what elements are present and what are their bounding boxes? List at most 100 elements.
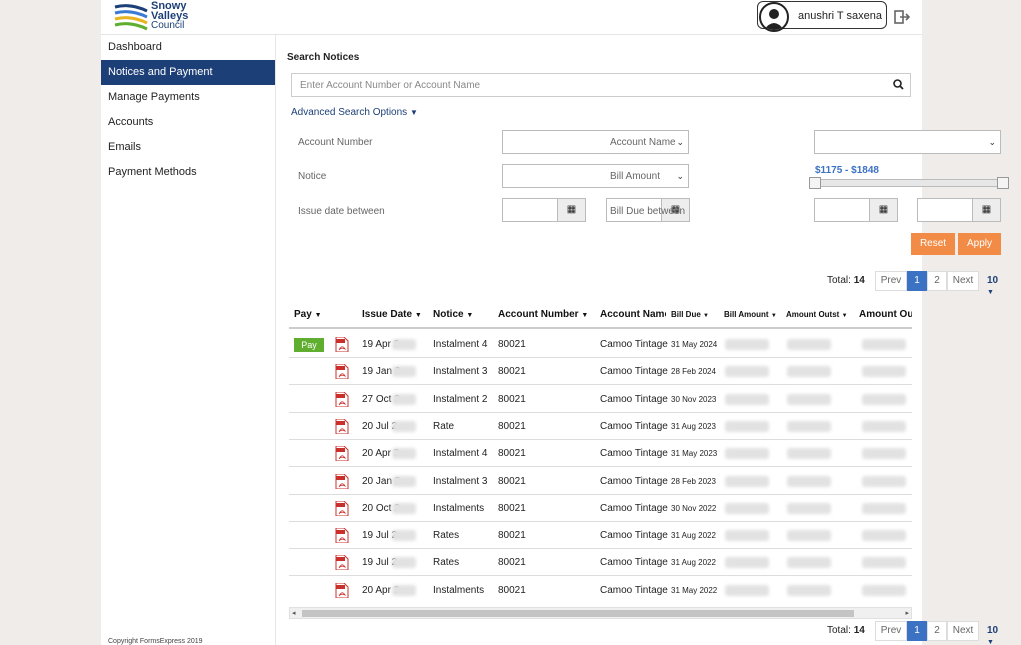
next-page-button[interactable]: Next	[947, 271, 979, 291]
cell-account-name: Camoo Tintage	[600, 475, 668, 487]
calendar-icon[interactable]: ▦	[972, 199, 1000, 221]
redacted-value	[787, 448, 831, 460]
pdf-icon[interactable]	[335, 582, 349, 599]
scroll-right-icon[interactable]: ▸	[905, 608, 909, 619]
next-page-button[interactable]: Next	[947, 621, 979, 641]
page-1-button[interactable]: 1	[907, 271, 927, 291]
per-page-select[interactable]: 10 ▼	[987, 625, 998, 645]
sidebar-item-emails[interactable]: Emails	[101, 135, 275, 160]
bill-amount-slider[interactable]	[809, 177, 1009, 189]
table-row[interactable]: 19 Jul 2 Rates 80021 Camoo Tintage 31 Aug 20…	[289, 549, 912, 577]
redacted-value	[862, 366, 906, 378]
sidebar-item-notices-and-payment[interactable]: Notices and Payment	[101, 60, 275, 85]
col-bill-due[interactable]: Bill Due ▼	[671, 310, 709, 319]
pdf-icon[interactable]	[335, 445, 349, 462]
redacted-value	[862, 557, 906, 569]
pdf-icon[interactable]	[335, 473, 349, 489]
search-input[interactable]	[292, 74, 882, 96]
cell-notice: Instalment 4	[433, 339, 488, 350]
scroll-left-icon[interactable]: ◂	[292, 608, 296, 619]
calendar-icon[interactable]: ▦	[869, 199, 897, 221]
pdf-icon[interactable]	[335, 527, 349, 544]
pdf-icon[interactable]	[335, 391, 349, 408]
cell-account-number: 80021	[498, 502, 526, 514]
pdf-icon[interactable]	[335, 554, 349, 571]
pdf-icon[interactable]	[335, 336, 349, 353]
sidebar-item-payment-methods[interactable]: Payment Methods	[101, 160, 275, 185]
per-page-select[interactable]: 10 ▼	[987, 275, 998, 297]
col-amount-outstanding[interactable]: Amount Outst ▼	[786, 310, 848, 319]
issue-date-label: Issue date between	[298, 206, 385, 217]
redacted-value	[862, 339, 906, 350]
table-row[interactable]: 19 Jan 2 Instalment 3 80021 Camoo Tintage 28…	[289, 358, 912, 386]
redacted-value	[787, 530, 831, 542]
avatar-icon	[759, 2, 789, 32]
caret-down-icon: ▼	[841, 313, 848, 319]
slider-max-handle[interactable]	[997, 177, 1009, 189]
logout-icon[interactable]	[894, 9, 911, 25]
cell-account-number: 80021	[498, 420, 526, 432]
redacted-value	[392, 339, 416, 350]
caret-down-icon: ▼	[987, 289, 994, 296]
prev-page-button[interactable]: Prev	[875, 621, 907, 641]
bill-due-from[interactable]: ▦	[814, 198, 898, 222]
page-1-button[interactable]: 1	[907, 621, 927, 641]
copyright-text: Copyright FormsExpress 2019	[108, 638, 203, 645]
advanced-search-toggle[interactable]: Advanced Search Options ▼	[291, 107, 418, 118]
cell-account-number: 80021	[498, 366, 526, 378]
table-row[interactable]: Pay 19 Apr 2 Instalment 4 80021 Camoo Tintag…	[289, 331, 912, 358]
caret-down-icon: ▼	[581, 312, 589, 319]
col-bill-amount[interactable]: Bill Amount ▼	[724, 310, 777, 319]
sidebar-item-manage-payments[interactable]: Manage Payments	[101, 85, 275, 110]
pdf-icon[interactable]	[335, 418, 349, 435]
table-row[interactable]: 27 Oct 2 Instalment 2 80021 Camoo Tintage 30…	[289, 386, 912, 413]
chevron-down-icon: ⌄	[988, 137, 996, 147]
cell-account-number: 80021	[498, 393, 526, 405]
logo-text: Snowy Valleys Council	[151, 1, 188, 31]
user-menu[interactable]: anushri T saxena	[757, 1, 887, 32]
apply-button[interactable]: Apply	[958, 233, 1001, 255]
redacted-value	[392, 393, 416, 405]
pay-button[interactable]: Pay	[294, 338, 324, 352]
col-issue-date[interactable]: Issue Date ▼	[362, 309, 422, 320]
table-row[interactable]: 20 Apr 2 Instalments 80021 Camoo Tintage 31 …	[289, 577, 912, 603]
table-row[interactable]: 20 Jul 2 Rate 80021 Camoo Tintage 31 Aug 202…	[289, 413, 912, 440]
calendar-icon[interactable]: ▦	[557, 199, 585, 221]
logo-line-3: Council	[151, 20, 185, 31]
table-row[interactable]: 19 Jul 2 Rates 80021 Camoo Tintage 31 Aug 20…	[289, 522, 912, 550]
sidebar-item-accounts[interactable]: Accounts	[101, 110, 275, 135]
pdf-icon[interactable]	[335, 500, 349, 517]
table-row[interactable]: 20 Oct 2 Instalments 80021 Camoo Tintage 30 …	[289, 495, 912, 522]
reset-button[interactable]: Reset	[911, 233, 955, 255]
cell-account-name: Camoo Tintage	[600, 530, 668, 542]
cell-account-number: 80021	[498, 339, 526, 350]
issue-date-from[interactable]: ▦	[502, 198, 586, 222]
search-icon[interactable]	[893, 79, 904, 93]
pdf-icon[interactable]	[335, 363, 349, 380]
cell-notice: Instalment 4	[433, 448, 488, 460]
redacted-value	[392, 584, 416, 596]
page-2-button[interactable]: 2	[927, 621, 947, 641]
col-pay[interactable]: Pay ▼	[294, 309, 322, 320]
col-account-number[interactable]: Account Number ▼	[498, 309, 588, 320]
bill-due-to[interactable]: ▦	[917, 198, 1001, 222]
horizontal-scrollbar[interactable]: ◂ ▸	[289, 607, 912, 619]
notice-select[interactable]: ⌄	[502, 164, 689, 188]
sidebar-item-dashboard[interactable]: Dashboard	[101, 35, 275, 60]
table-row[interactable]: 20 Apr 2 Instalment 4 80021 Camoo Tintage 31…	[289, 440, 912, 468]
col-account-name[interactable]: Account Name	[600, 309, 666, 320]
chevron-down-icon: ⌄	[676, 137, 684, 147]
notices-table: Pay ▼ Issue Date ▼ Notice ▼ Account Numb…	[289, 303, 912, 603]
redacted-value	[787, 420, 831, 432]
col-amount-outstanding-2[interactable]: Amount Ou	[859, 309, 912, 320]
council-logo[interactable]: Snowy Valleys Council	[113, 1, 203, 33]
scrollbar-thumb[interactable]	[302, 610, 854, 617]
account-name-select[interactable]: ⌄	[814, 130, 1001, 154]
cell-account-number: 80021	[498, 448, 526, 460]
page-2-button[interactable]: 2	[927, 271, 947, 291]
logo-mark-icon	[114, 4, 148, 31]
col-notice[interactable]: Notice ▼	[433, 309, 473, 320]
prev-page-button[interactable]: Prev	[875, 271, 907, 291]
slider-min-handle[interactable]	[809, 177, 821, 189]
table-row[interactable]: 20 Jan 2 Instalment 3 80021 Camoo Tintage 28…	[289, 468, 912, 495]
